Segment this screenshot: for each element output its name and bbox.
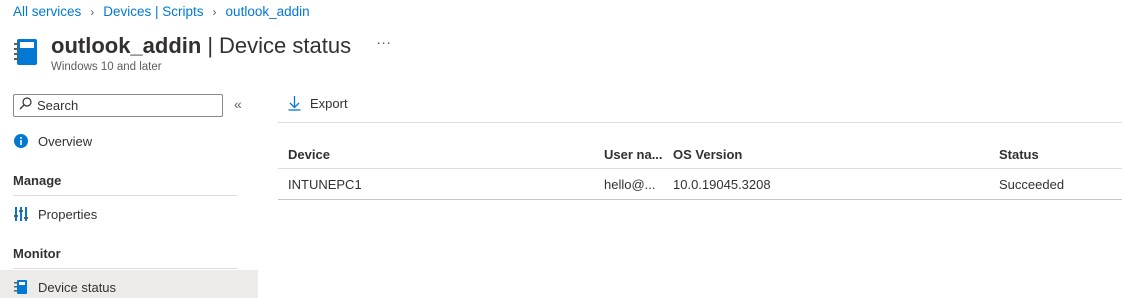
column-header-device[interactable]: Device — [278, 147, 604, 162]
page-title-section: Device status — [219, 33, 352, 58]
sidebar-item-overview[interactable]: Overview — [13, 133, 92, 149]
table-row[interactable]: INTUNEPC1 hello@... 10.0.19045.3208 Succ… — [278, 169, 1122, 200]
device-status-table: Device User na... OS Version Status INTU… — [278, 140, 1122, 200]
column-header-os-version[interactable]: OS Version — [673, 147, 999, 162]
sidebar-item-device-status[interactable]: Device status — [13, 279, 116, 295]
column-header-user-name[interactable]: User na... — [604, 147, 673, 162]
nav-section-monitor: Monitor — [13, 246, 61, 261]
chevron-right-icon: › — [90, 4, 95, 19]
info-icon — [13, 133, 29, 149]
sidebar-item-label: Device status — [38, 279, 117, 295]
script-document-icon — [13, 279, 29, 295]
sidebar-item-label: Overview — [38, 133, 93, 149]
page-title-name: outlook_addin — [51, 33, 202, 58]
cell-status: Succeeded — [999, 176, 1065, 192]
page-header: outlook_addin | Device status ··· Window… — [13, 33, 391, 73]
search-input[interactable] — [37, 98, 217, 113]
sidebar-search[interactable] — [13, 94, 223, 117]
export-button[interactable]: Export — [288, 96, 348, 111]
download-arrow-icon — [288, 96, 301, 111]
breadcrumb: All services › Devices | Scripts › outlo… — [13, 4, 310, 19]
more-options-button[interactable]: ··· — [376, 34, 391, 51]
sidebar-item-label: Properties — [38, 206, 98, 222]
table-header-row: Device User na... OS Version Status — [278, 140, 1122, 169]
breadcrumb-all-services[interactable]: All services — [13, 4, 81, 19]
column-header-status[interactable]: Status — [999, 147, 1122, 162]
breadcrumb-devices-scripts[interactable]: Devices | Scripts — [103, 4, 203, 19]
search-icon — [19, 96, 32, 115]
collapse-sidebar-button[interactable]: « — [234, 96, 242, 112]
nav-divider — [13, 268, 238, 269]
export-label: Export — [310, 96, 348, 111]
nav-divider — [13, 195, 238, 196]
cell-user-name: hello@... — [604, 176, 656, 192]
script-document-icon — [13, 37, 39, 67]
nav-section-manage: Manage — [13, 173, 62, 188]
cell-os-version: 10.0.19045.3208 — [673, 176, 771, 192]
breadcrumb-outlook-addin[interactable]: outlook_addin — [226, 4, 310, 19]
toolbar-divider — [278, 122, 1122, 123]
cell-device: INTUNEPC1 — [288, 176, 362, 192]
page-subtitle: Windows 10 and later — [51, 61, 162, 73]
sidebar-item-properties[interactable]: Properties — [13, 206, 97, 222]
properties-sliders-icon — [13, 206, 29, 222]
chevron-right-icon: › — [212, 4, 217, 19]
title-separator: | — [207, 33, 214, 58]
